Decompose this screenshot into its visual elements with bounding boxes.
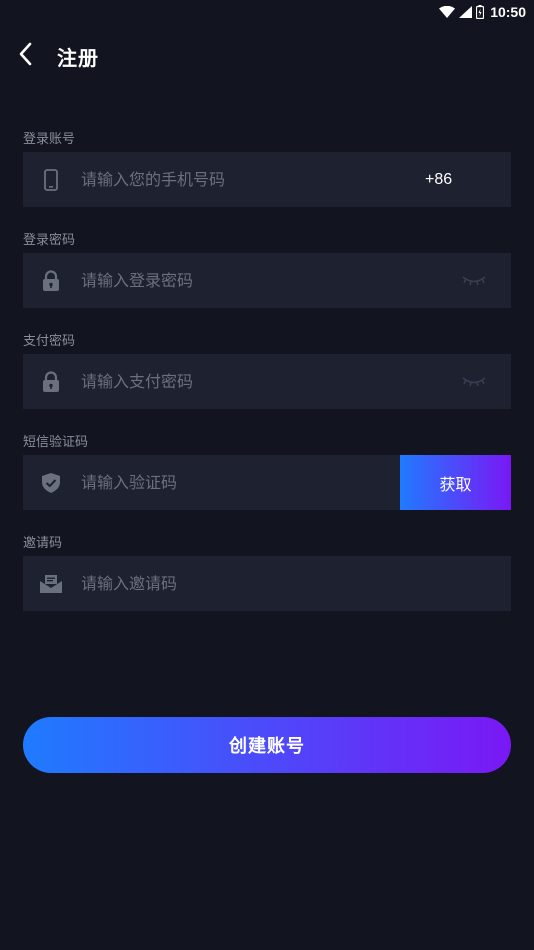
sms-code-label: 短信验证码 — [23, 435, 89, 450]
status-time: 10:50 — [490, 4, 526, 20]
register-screen: 10:50 注册 登录账号 +86 登录密码 支付密码 — [0, 0, 534, 950]
invite-code-field — [23, 556, 511, 611]
account-label: 登录账号 — [23, 132, 76, 147]
get-code-button[interactable]: 获取 — [400, 455, 511, 510]
pay-password-visibility-toggle[interactable] — [437, 354, 511, 409]
page-title: 注册 — [57, 45, 99, 70]
header: 注册 — [0, 30, 534, 82]
pay-password-field — [23, 354, 511, 409]
shield-check-icon — [23, 455, 79, 510]
invite-code-label: 邀请码 — [23, 536, 63, 551]
password-visibility-toggle[interactable] — [437, 253, 511, 308]
account-field: +86 — [23, 152, 511, 207]
lock-icon — [23, 354, 79, 409]
password-field — [23, 253, 511, 308]
back-button[interactable] — [0, 30, 50, 82]
invite-code-input[interactable] — [79, 556, 511, 611]
eye-closed-icon — [462, 372, 486, 391]
signal-icon — [459, 6, 473, 18]
phone-input[interactable] — [79, 152, 425, 207]
lock-icon — [23, 253, 79, 308]
password-input[interactable] — [79, 253, 437, 308]
create-account-button[interactable]: 创建账号 — [23, 717, 511, 773]
pay-password-input[interactable] — [79, 354, 437, 409]
phone-icon — [23, 152, 79, 207]
country-code[interactable]: +86 — [425, 171, 511, 189]
sms-code-input[interactable] — [79, 455, 400, 510]
eye-closed-icon — [462, 271, 486, 290]
sms-code-field: 获取 — [23, 455, 511, 510]
password-label: 登录密码 — [23, 233, 76, 248]
mail-icon — [23, 556, 79, 611]
chevron-left-icon — [18, 42, 32, 70]
status-bar: 10:50 — [0, 0, 534, 24]
pay-password-label: 支付密码 — [23, 334, 76, 349]
wifi-icon — [439, 6, 456, 18]
battery-icon — [476, 5, 485, 19]
